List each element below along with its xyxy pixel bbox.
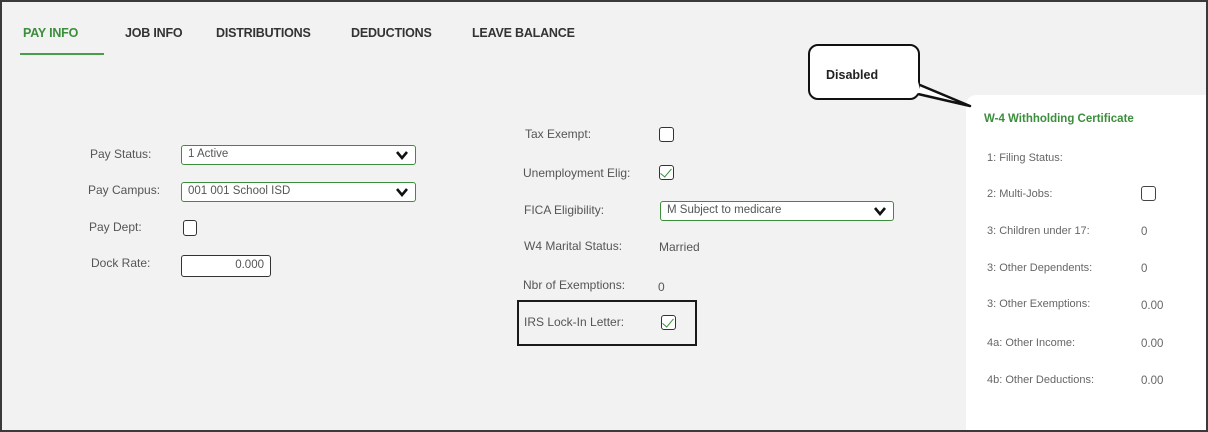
pay-status-select[interactable]: 1 Active — [181, 145, 416, 165]
callout-text: Disabled — [826, 68, 879, 82]
irs-lock-in-checkbox[interactable] — [661, 315, 676, 330]
children-under-17-label: 3: Children under 17: — [987, 225, 1090, 237]
chevron-down-icon — [874, 207, 886, 217]
fica-eligibility-label: FICA Eligibility: — [524, 203, 605, 217]
active-tab-indicator — [20, 53, 104, 55]
children-under-17-value: 0 — [1141, 226, 1148, 238]
pay-campus-label: Pay Campus: — [88, 183, 161, 197]
fica-eligibility-select[interactable]: M Subject to medicare — [660, 201, 894, 221]
other-dependents-value: 0 — [1141, 263, 1148, 275]
tab-distributions[interactable]: DISTRIBUTIONS — [216, 26, 311, 40]
other-exemptions-value: 0.00 — [1141, 300, 1164, 312]
other-deductions-value: 0.00 — [1141, 375, 1164, 387]
other-deductions-label: 4b: Other Deductions: — [987, 374, 1095, 386]
irs-lock-in-label: IRS Lock-In Letter: — [524, 315, 625, 329]
pay-status-value: 1 Active — [188, 148, 229, 160]
pay-status-label: Pay Status: — [90, 147, 152, 161]
w4-withholding-panel: W-4 Withholding Certificate 1: Filing St… — [966, 95, 1206, 430]
pay-dept-label: Pay Dept: — [89, 220, 142, 234]
chevron-down-icon — [396, 188, 408, 198]
pay-campus-select[interactable]: 001 001 School ISD — [181, 182, 416, 202]
tax-exempt-label: Tax Exempt: — [525, 127, 592, 141]
pay-dept-checkbox[interactable] — [183, 220, 197, 236]
tab-deductions[interactable]: DEDUCTIONS — [351, 26, 432, 40]
exemptions-value: 0 — [658, 280, 665, 294]
fica-eligibility-value: M Subject to medicare — [667, 204, 782, 216]
pay-campus-value: 001 001 School ISD — [188, 185, 291, 197]
pay-info-screen: PAY INFO JOB INFO DISTRIBUTIONS DEDUCTIO… — [0, 0, 1208, 432]
filing-status-label: 1: Filing Status: — [987, 152, 1063, 164]
unemployment-elig-label: Unemployment Elig: — [523, 166, 631, 180]
tab-pay-info[interactable]: PAY INFO — [23, 26, 78, 40]
dock-rate-field[interactable]: 0.000 — [181, 255, 271, 277]
exemptions-label: Nbr of Exemptions: — [523, 278, 626, 292]
multi-jobs-label: 2: Multi-Jobs: — [987, 188, 1053, 200]
disabled-callout: Disabled — [808, 44, 920, 100]
w4-panel-title: W-4 Withholding Certificate — [984, 113, 1134, 125]
other-income-value: 0.00 — [1141, 338, 1164, 350]
tax-exempt-checkbox[interactable] — [659, 127, 674, 142]
tab-leave-balance[interactable]: LEAVE BALANCE — [472, 26, 575, 40]
w4-marital-status-value: Married — [659, 240, 700, 254]
chevron-down-icon — [396, 151, 408, 161]
other-exemptions-label: 3: Other Exemptions: — [987, 298, 1091, 310]
other-income-label: 4a: Other Income: — [987, 337, 1076, 349]
w4-marital-status-label: W4 Marital Status: — [524, 239, 623, 253]
other-dependents-label: 3: Other Dependents: — [987, 262, 1093, 274]
dock-rate-label: Dock Rate: — [91, 256, 151, 270]
unemployment-elig-checkbox[interactable] — [659, 165, 674, 180]
tab-job-info[interactable]: JOB INFO — [125, 26, 183, 40]
multi-jobs-checkbox — [1141, 186, 1156, 201]
